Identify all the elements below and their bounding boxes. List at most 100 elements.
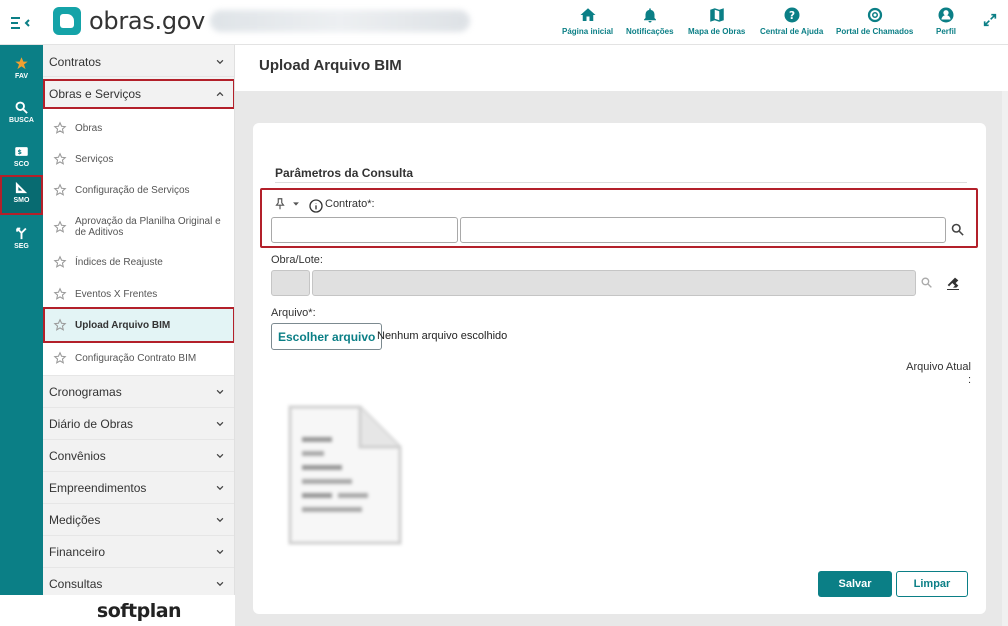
ruler-icon (15, 181, 28, 194)
star-outline-icon[interactable] (53, 318, 67, 332)
sidebar-section-medicoes[interactable]: Medições (43, 504, 234, 536)
sidebar-item-configuracao-contrato-bim[interactable]: Configuração Contrato BIM (43, 343, 234, 373)
rail-label: SCO (13, 161, 30, 168)
sidebar-item-label: Configuração de Serviços (75, 184, 190, 196)
topnav-label: Notificações (626, 27, 674, 36)
topnav-profile[interactable]: Perfil (936, 6, 956, 36)
arquivo-atual-label: Arquivo Atual (906, 361, 971, 373)
sidebar-section-label: Consultas (49, 576, 103, 591)
sidebar-section-obras-servicos[interactable]: Obras e Serviços (43, 79, 234, 109)
contrato-code-input[interactable] (271, 217, 458, 243)
sidebar-item-eventos-frentes[interactable]: Eventos X Frentes (43, 279, 234, 309)
topnav-label: Portal de Chamados (836, 27, 914, 36)
save-button[interactable]: Salvar (818, 571, 892, 597)
fullscreen-icon[interactable] (982, 12, 998, 28)
info-icon[interactable] (308, 198, 324, 214)
contrato-description-input[interactable] (460, 217, 946, 243)
chevron-down-icon (216, 485, 224, 490)
sidebar-section-label: Medições (49, 512, 101, 527)
pin-icon[interactable] (273, 197, 287, 211)
sidebar-menu: Contratos Obras e Serviços Obras Serviço… (43, 45, 235, 595)
menu-collapse-icon[interactable] (8, 11, 32, 35)
logo-text: obras.gov (89, 7, 206, 35)
star-outline-icon[interactable] (53, 220, 67, 234)
sidebar-section-contratos[interactable]: Contratos (43, 47, 234, 77)
sidebar-item-indices-reajuste[interactable]: Índices de Reajuste (43, 247, 234, 277)
star-outline-icon[interactable] (53, 183, 67, 197)
eraser-icon[interactable] (944, 275, 962, 291)
sidebar-item-obras[interactable]: Obras (43, 113, 234, 143)
logo-icon (53, 7, 81, 35)
topnav-notifications[interactable]: Notificações (626, 6, 674, 36)
contrato-label: Contrato*: (325, 198, 375, 210)
rail-label: SEG (14, 243, 29, 250)
bell-icon (643, 8, 656, 23)
chevron-down-icon (216, 59, 224, 64)
obra-code-input[interactable] (271, 270, 310, 296)
chevron-down-icon (216, 421, 224, 426)
search-icon (15, 101, 28, 114)
sidebar-item-label: Serviços (75, 153, 114, 165)
chevron-down-icon (216, 453, 224, 458)
sidebar-section-diario-obras[interactable]: Diário de Obras (43, 408, 234, 440)
topnav-map[interactable]: Mapa de Obras (688, 6, 745, 36)
topnav-tickets[interactable]: Portal de Chamados (836, 6, 913, 36)
sidebar-item-label: Índices de Reajuste (75, 256, 163, 268)
sidebar-item-configuracao-servicos[interactable]: Configuração de Serviços (43, 175, 234, 205)
rail-footer (0, 595, 43, 626)
map-icon (709, 8, 724, 22)
topnav-help[interactable]: ? Central de Ajuda (760, 6, 823, 36)
sidebar-section-convenios[interactable]: Convênios (43, 440, 234, 472)
topnav-label: Perfil (936, 27, 957, 36)
caret-down-icon[interactable] (291, 199, 301, 209)
topnav-label: Página inicial (562, 27, 614, 36)
top-header: obras.gov Página inicial Notificações Ma… (0, 0, 1008, 45)
chevron-down-icon (216, 581, 224, 586)
rail-label: BUSCA (9, 117, 34, 124)
star-icon (15, 57, 28, 70)
topnav-home[interactable]: Página inicial (562, 6, 613, 36)
sidebar-section-consultas[interactable]: Consultas (43, 568, 234, 595)
rail-item-sco[interactable]: $ SCO (0, 139, 43, 179)
sidebar-section-label: Empreendimentos (49, 480, 147, 495)
sidebar-section-cronogramas[interactable]: Cronogramas (43, 376, 234, 408)
star-outline-icon[interactable] (53, 351, 67, 365)
sidebar-item-aprovacao-planilha[interactable]: Aprovação da Planilha Original e de Adit… (43, 209, 234, 245)
sidebar-item-servicos[interactable]: Serviços (43, 144, 234, 174)
topnav-label: Mapa de Obras (688, 27, 746, 36)
sidebar-item-label: Obras (75, 122, 103, 134)
rail-item-seg[interactable]: SEG (0, 221, 43, 261)
sidebar-item-label: Upload Arquivo BIM (75, 319, 171, 331)
rail-item-fav[interactable]: FAV (0, 51, 43, 91)
obra-description-input[interactable] (312, 270, 916, 296)
page-title: Upload Arquivo BIM (259, 57, 402, 74)
star-outline-icon[interactable] (53, 152, 67, 166)
section-divider (275, 182, 967, 183)
svg-text:?: ? (789, 10, 795, 22)
sidebar-section-financeiro[interactable]: Financeiro (43, 536, 234, 568)
sidebar-item-upload-bim[interactable]: Upload Arquivo BIM (43, 307, 234, 343)
topnav-label: Central de Ajuda (760, 27, 824, 36)
choose-file-button[interactable]: Escolher arquivo (271, 323, 383, 350)
app-logo[interactable]: obras.gov (53, 7, 205, 35)
page-scrollbar[interactable] (1002, 91, 1008, 626)
sidebar-item-label: Aprovação da Planilha Original e de Adit… (75, 216, 221, 238)
document-preview-icon (288, 405, 402, 545)
clear-button[interactable]: Limpar (896, 571, 968, 597)
chevron-down-icon (216, 389, 224, 394)
sidebar-item-label: Configuração Contrato BIM (75, 352, 197, 364)
sidebar-section-label: Contratos (49, 54, 102, 69)
sidebar-section-empreendimentos[interactable]: Empreendimentos (43, 472, 234, 504)
star-outline-icon[interactable] (53, 287, 67, 301)
sidebar-item-label: Eventos X Frentes (75, 288, 158, 300)
rail-item-busca[interactable]: BUSCA (0, 95, 43, 135)
star-outline-icon[interactable] (53, 121, 67, 135)
chevron-up-icon (216, 91, 224, 96)
rail-label: SMO (13, 197, 30, 204)
rail-label: FAV (14, 73, 29, 80)
search-icon[interactable] (950, 222, 965, 237)
search-icon[interactable] (920, 276, 933, 289)
rail-item-smo[interactable]: SMO (0, 175, 43, 215)
sidebar-section-label: Diário de Obras (49, 416, 134, 431)
star-outline-icon[interactable] (53, 255, 67, 269)
